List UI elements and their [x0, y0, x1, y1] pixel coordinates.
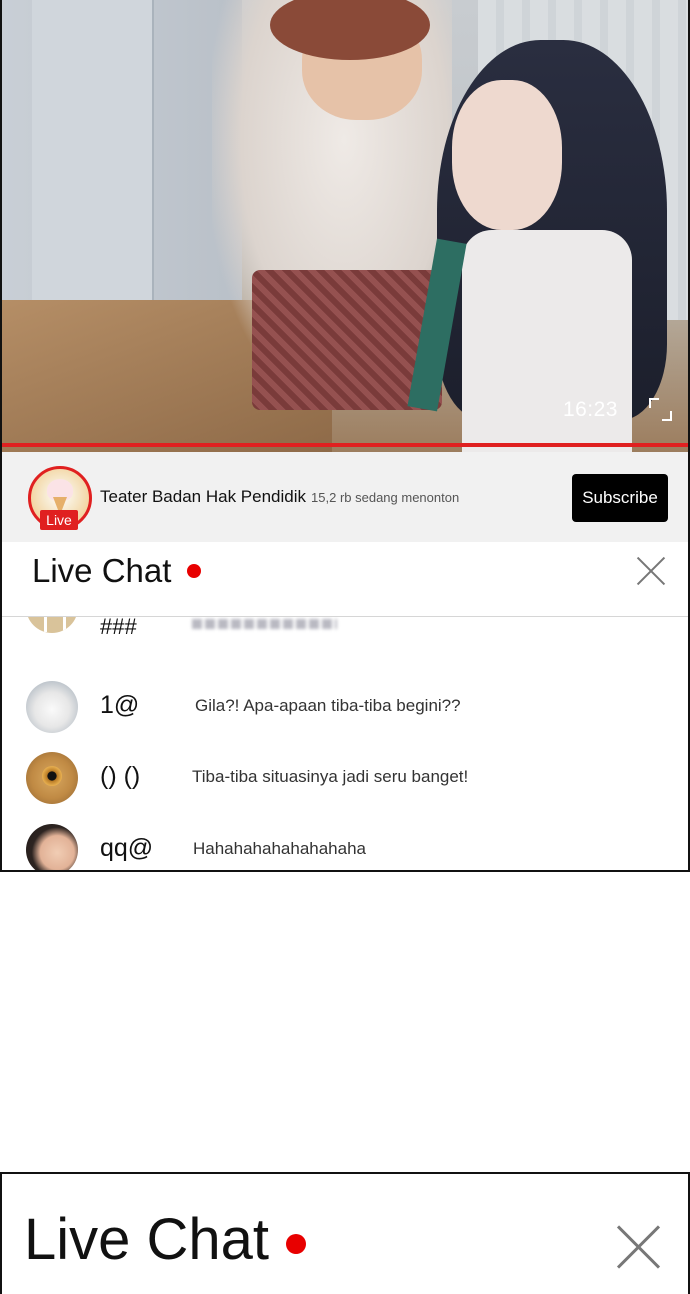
chat-message: 1@ Gila?! Apa-apaan tiba-tiba begini??	[2, 681, 688, 751]
fullscreen-icon-corner[interactable]	[662, 411, 672, 421]
chat-message: qq@ Hahahahahahahahaha	[2, 824, 688, 870]
close-icon[interactable]	[636, 556, 666, 586]
chat-header: Live Chat	[2, 542, 688, 617]
live-badge: Live	[40, 510, 78, 530]
video-progress-fill	[2, 443, 688, 447]
chat-username: ###	[100, 617, 137, 639]
viewer-count: 15,2 rb sedang menonton	[311, 490, 460, 505]
chat-message: () () Tiba-tiba situasinya jadi seru ban…	[2, 752, 688, 822]
chat-username: () ()	[100, 762, 141, 790]
video-player[interactable]: 16:23	[2, 0, 688, 452]
chat-message-text: Hahahahahahahahaha	[193, 839, 367, 858]
chat-title: Live Chat	[32, 552, 172, 589]
user-avatar[interactable]	[26, 752, 78, 804]
channel-info: Teater Badan Hak Pendidik 15,2 rb sedang …	[100, 487, 459, 507]
live-indicator-dot	[187, 564, 201, 578]
channel-bar: Live Teater Badan Hak Pendidik 15,2 rb se…	[2, 452, 688, 542]
video-timestamp: 16:23	[562, 398, 618, 421]
live-chat-panel-bottom: Live Chat	[0, 1172, 690, 1294]
live-indicator-dot	[286, 1234, 306, 1254]
chat-username: 1@	[100, 691, 140, 719]
channel-name[interactable]: Teater Badan Hak Pendidik	[100, 487, 306, 506]
chat-message: ###	[2, 617, 688, 687]
video-scene-door	[32, 0, 154, 300]
video-progress-bar[interactable]	[2, 443, 688, 447]
user-avatar[interactable]	[26, 824, 78, 870]
user-avatar[interactable]	[26, 617, 78, 633]
close-icon[interactable]	[618, 1226, 658, 1266]
chat-message-text: Gila?! Apa-apaan tiba-tiba begini??	[195, 696, 461, 715]
fullscreen-icon[interactable]	[649, 398, 659, 408]
chat-message-text: Tiba-tiba situasinya jadi seru banget!	[192, 767, 469, 786]
chat-message-list[interactable]: ### 1@ Gila?! Apa-apaan tiba-tiba begini…	[2, 617, 688, 870]
video-scene-face-right	[452, 80, 562, 230]
chat-message-text-blurred	[192, 619, 337, 629]
live-stream-panel: 16:23 Live Teater Badan Hak Pendidik 15,2…	[0, 0, 690, 872]
subscribe-button[interactable]: Subscribe	[572, 474, 668, 522]
chat-username: qq@	[100, 834, 154, 862]
user-avatar[interactable]	[26, 681, 78, 733]
